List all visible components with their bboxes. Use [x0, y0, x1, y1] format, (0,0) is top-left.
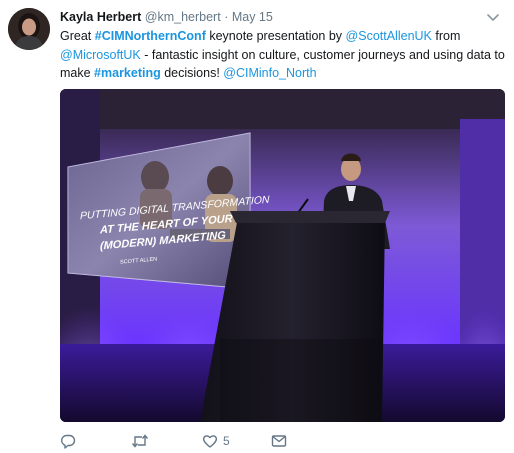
retweet-icon	[131, 434, 149, 448]
reply-icon	[61, 434, 76, 449]
tweet-text-part: decisions!	[160, 66, 224, 80]
tweet-text-part: Great	[60, 29, 95, 43]
tweet-card: Kayla Herbert @km_herbert · May 15 Great…	[0, 0, 514, 453]
direct-message-button[interactable]	[271, 432, 287, 450]
author-name[interactable]: Kayla Herbert	[60, 10, 141, 24]
like-icon	[202, 435, 218, 448]
mention-microsoftuk[interactable]: @MicrosoftUK	[60, 48, 141, 62]
like-button[interactable]: 5	[202, 432, 230, 450]
mention-scottallenuk[interactable]: @ScottAllenUK	[346, 29, 432, 43]
message-icon	[271, 435, 287, 447]
retweet-button[interactable]	[131, 432, 149, 450]
reply-button[interactable]	[60, 432, 76, 450]
like-count: 5	[223, 434, 230, 448]
separator-dot: ·	[224, 10, 229, 24]
conference-stage-photo: PUTTING DIGITAL TRANSFORMATION AT THE HE…	[60, 89, 505, 422]
tweet-actions: 5	[60, 432, 320, 450]
avatar-image	[8, 8, 50, 50]
chevron-down-icon[interactable]	[486, 10, 500, 24]
hashtag-marketing[interactable]: #marketing	[94, 66, 161, 80]
author-handle[interactable]: @km_herbert	[145, 10, 221, 24]
tweet-text-part: keynote presentation by	[205, 29, 346, 43]
tweet-text: Great #CIMNorthernConf keynote presentat…	[60, 27, 506, 83]
tweet-date[interactable]: May 15	[232, 10, 273, 24]
mention-ciminfo-north[interactable]: @CIMinfo_North	[223, 66, 316, 80]
hashtag-cimnorthernconf[interactable]: #CIMNorthernConf	[95, 29, 206, 43]
tweet-text-part: from	[431, 29, 461, 43]
tweet-header: Kayla Herbert @km_herbert · May 15	[60, 9, 273, 25]
avatar[interactable]	[8, 8, 50, 50]
tweet-photo[interactable]: PUTTING DIGITAL TRANSFORMATION AT THE HE…	[60, 89, 505, 422]
